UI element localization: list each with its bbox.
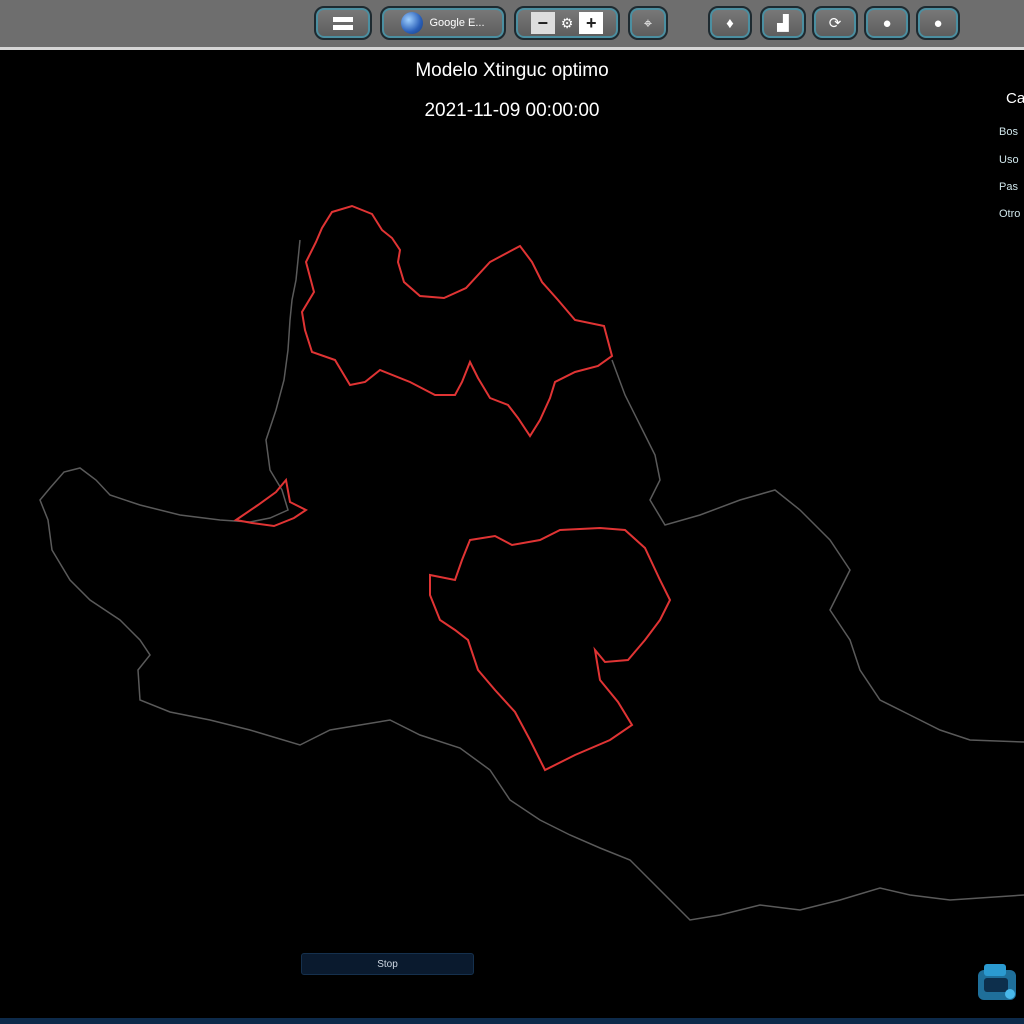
legend-item: Pas (999, 181, 1018, 193)
zoom-control: − ⚙ + (514, 6, 620, 40)
gear-icon: ⚙ (560, 14, 574, 31)
crosshair-icon: ⌖ (643, 14, 653, 32)
zone-polygon-west (233, 477, 308, 528)
zone-polygon-north (300, 204, 614, 438)
marker-icon: ● (933, 14, 943, 32)
map-canvas[interactable] (0, 54, 1024, 1014)
center-map-button[interactable]: ⌖ (628, 6, 668, 40)
hamburger-menu-icon (333, 16, 353, 30)
app-logo-icon (978, 964, 1016, 1000)
map-timestamp: 2021-11-09 00:00:00 (424, 100, 600, 121)
legend-item: Uso (999, 154, 1019, 166)
legend-title: Ca (1006, 90, 1024, 107)
region-boundary (39, 239, 1024, 921)
tool-button-info[interactable]: ● (864, 6, 910, 40)
legend-item: Bos (999, 126, 1018, 138)
layers-button[interactable] (314, 6, 372, 40)
legend-item: Otro (999, 208, 1021, 220)
globe-icon (401, 12, 424, 34)
tool-button-refresh[interactable]: ⟳ (812, 6, 858, 40)
region-boundary-east (611, 359, 1024, 743)
tool-button-marker[interactable]: ● (916, 6, 960, 40)
tool-button-chart[interactable]: ▟ (760, 6, 806, 40)
zoom-in-button[interactable]: + (579, 12, 604, 34)
refresh-icon: ⟳ (828, 15, 842, 32)
info-icon: ● (882, 14, 892, 32)
map-title: Modelo Xtinguc optimo (415, 60, 609, 81)
status-bar (0, 1018, 1024, 1024)
basemap-selector[interactable]: Google E... (380, 6, 506, 40)
zoom-out-button[interactable]: − (530, 12, 555, 34)
basemap-label: Google E... (429, 17, 485, 29)
animation-control-button[interactable]: Stop (301, 953, 474, 975)
zone-polygon-south (429, 526, 672, 772)
map-toolbar: Google E... − ⚙ + ⌖ ♦ ▟ ⟳ ● ● (0, 0, 1024, 50)
tool-button-drop[interactable]: ♦ (708, 6, 752, 40)
bar-chart-icon: ▟ (777, 15, 789, 32)
drop-icon: ♦ (726, 14, 734, 32)
